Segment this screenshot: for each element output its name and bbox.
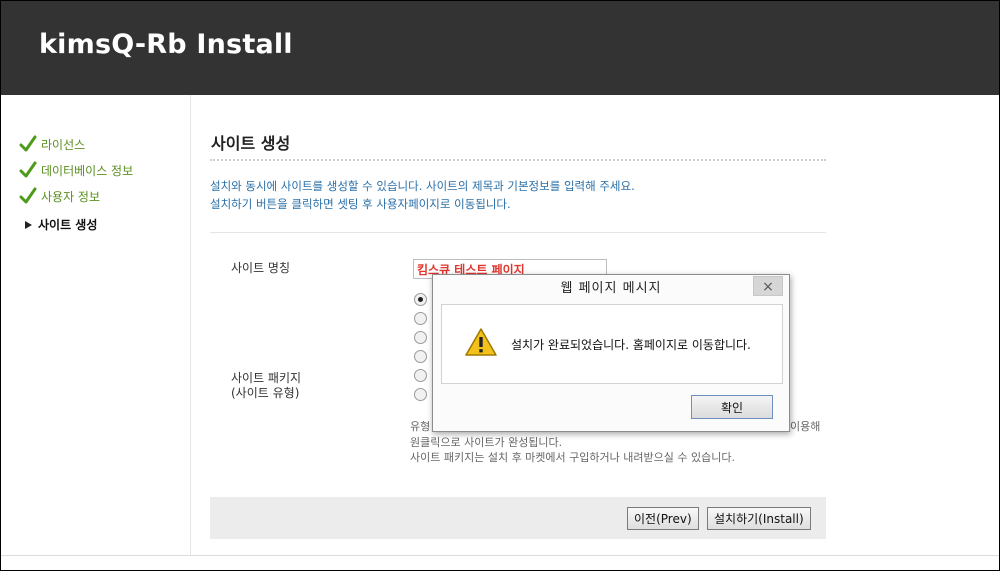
intro-line: 설치와 동시에 사이트를 생성할 수 있습니다. 사이트의 제목과 기본정보를 … bbox=[210, 179, 635, 193]
package-desc: 유형 bbox=[410, 420, 431, 433]
package-radio[interactable] bbox=[414, 312, 427, 325]
prev-button[interactable]: 이전(Prev) bbox=[627, 507, 699, 530]
checkmark-icon bbox=[19, 135, 37, 152]
divider bbox=[210, 232, 826, 233]
button-bar: 이전(Prev) 설치하기(Install) bbox=[210, 497, 826, 539]
package-radio[interactable] bbox=[414, 331, 427, 344]
message-dialog: 웹 페이지 메시지 × 설치가 완료되었습니다. 홈페이지로 이동합니다. 확인 bbox=[432, 274, 790, 432]
app-title: kimsQ-Rb Install bbox=[39, 29, 293, 60]
divider bbox=[210, 159, 826, 161]
checkmark-icon bbox=[19, 161, 37, 178]
step-label: 사이트 생성 bbox=[38, 218, 98, 232]
package-radio[interactable] bbox=[414, 350, 427, 363]
header: kimsQ-Rb Install bbox=[1, 1, 999, 95]
step-user-info: 사용자 정보 bbox=[19, 187, 100, 205]
package-desc: 이용해 bbox=[790, 420, 821, 433]
installer-window: kimsQ-Rb Install 라이선스 데이터베이스 정보 사용자 정보 사… bbox=[0, 0, 1000, 571]
site-name-label: 사이트 명칭 bbox=[231, 261, 291, 275]
label-line: 사이트 패키지 bbox=[231, 371, 302, 385]
step-database: 데이터베이스 정보 bbox=[19, 161, 133, 179]
checkmark-icon bbox=[19, 187, 37, 204]
step-label: 데이터베이스 정보 bbox=[41, 163, 134, 178]
intro-text: 설치와 동시에 사이트를 생성할 수 있습니다. 사이트의 제목과 기본정보를 … bbox=[210, 177, 826, 213]
package-desc: 사이트 패키지는 설치 후 마켓에서 구입하거나 내려받으실 수 있습니다. bbox=[410, 451, 735, 464]
dialog-content: 설치가 완료되었습니다. 홈페이지로 이동합니다. bbox=[441, 304, 783, 384]
step-license: 라이선스 bbox=[19, 135, 85, 153]
close-icon[interactable]: × bbox=[753, 276, 783, 296]
package-radio[interactable] bbox=[414, 388, 427, 401]
package-radio[interactable] bbox=[414, 293, 427, 306]
install-button[interactable]: 설치하기(Install) bbox=[707, 507, 811, 530]
step-site-create: 사이트 생성 bbox=[19, 216, 97, 233]
step-label: 라이선스 bbox=[41, 137, 86, 152]
dialog-title: 웹 페이지 메시지 bbox=[560, 281, 662, 296]
sidebar-steps: 라이선스 데이터베이스 정보 사용자 정보 사이트 생성 bbox=[1, 95, 191, 555]
warning-icon bbox=[465, 328, 497, 356]
package-desc: 원클릭으로 사이트가 완성됩니다. bbox=[410, 436, 563, 449]
page-title: 사이트 생성 bbox=[211, 134, 291, 153]
label-line: (사이트 유형) bbox=[231, 386, 300, 400]
arrow-right-icon bbox=[25, 220, 32, 229]
site-package-label: 사이트 패키지 (사이트 유형) bbox=[231, 371, 301, 401]
ok-button[interactable]: 확인 bbox=[691, 395, 773, 419]
package-radio[interactable] bbox=[414, 369, 427, 382]
step-label: 사용자 정보 bbox=[41, 189, 101, 204]
dialog-message: 설치가 완료되었습니다. 홈페이지로 이동합니다. bbox=[511, 338, 751, 352]
intro-line: 설치하기 버튼을 클릭하면 셋팅 후 사용자페이지로 이동됩니다. bbox=[210, 197, 511, 211]
divider bbox=[1, 555, 999, 556]
